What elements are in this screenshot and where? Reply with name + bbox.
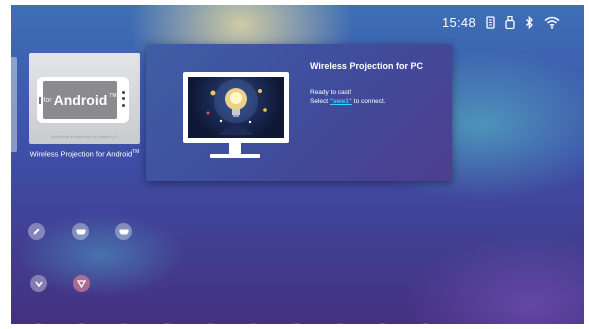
phone-speaker <box>39 97 41 104</box>
app-icon[interactable] <box>245 323 262 324</box>
app-icon[interactable] <box>417 323 434 324</box>
projector-home-screen: 15:48 for Android TM Android is a tradem… <box>11 5 584 324</box>
app-icon[interactable] <box>331 323 348 324</box>
pc-projection-panel[interactable]: Wireless Projection for PC Ready to cast… <box>146 44 452 181</box>
app-icon[interactable] <box>30 323 47 324</box>
lightbulb-illustration <box>188 77 284 138</box>
label-trademark: TM <box>132 149 140 155</box>
pen-icon[interactable] <box>28 223 45 240</box>
select-suffix: to connect. <box>351 98 386 105</box>
app-icon[interactable] <box>288 323 305 324</box>
brand-name: Android <box>53 92 108 108</box>
android-tile-label: Wireless Projection for AndroidTM <box>29 148 140 159</box>
phone-button <box>122 104 125 107</box>
hdmi2-icon[interactable] <box>115 223 132 240</box>
scroll-edge-indicator[interactable] <box>11 57 17 152</box>
cast-instructions: Ready to cast! Select "swe1" to connect. <box>310 88 386 106</box>
phone-button <box>122 91 125 94</box>
bluetooth-icon <box>525 16 534 29</box>
usb-icon <box>505 16 515 29</box>
android-projection-tile[interactable]: for Android TM Android is a trademark of… <box>29 53 140 144</box>
monitor-stand <box>229 143 241 154</box>
device-name-link[interactable]: "swe1" <box>330 98 352 105</box>
app-icon[interactable] <box>116 323 133 324</box>
panel-title: Wireless Projection for PC <box>310 61 423 71</box>
app-icon[interactable] <box>202 323 219 324</box>
select-device-line: Select "swe1" to connect. <box>310 97 386 106</box>
monitor-base <box>210 154 260 158</box>
brand-trademark: TM <box>109 93 117 99</box>
monitor-illustration <box>183 72 289 143</box>
usb-media-icon[interactable] <box>30 275 47 292</box>
ready-text: Ready to cast! <box>310 89 352 96</box>
clock: 15:48 <box>441 15 476 30</box>
phone-illustration: for Android TM <box>37 77 129 123</box>
sd-card-icon <box>486 16 495 29</box>
app-icon[interactable] <box>159 323 176 324</box>
android-tile-label-text: Wireless Projection for Android <box>29 149 133 159</box>
android-logo: for Android TM <box>43 81 117 119</box>
app-icon[interactable] <box>374 323 391 324</box>
brand-prefix: for <box>43 96 52 104</box>
select-prefix: Select <box>310 98 330 105</box>
app-icon[interactable] <box>73 323 90 324</box>
widget-icon[interactable] <box>73 275 90 292</box>
hdmi1-icon[interactable] <box>72 223 89 240</box>
trademark-notice: Android is a trademark of Google LLC <box>50 134 119 139</box>
phone-button <box>122 97 125 100</box>
wifi-icon <box>544 16 560 29</box>
status-bar: 15:48 <box>442 15 560 30</box>
